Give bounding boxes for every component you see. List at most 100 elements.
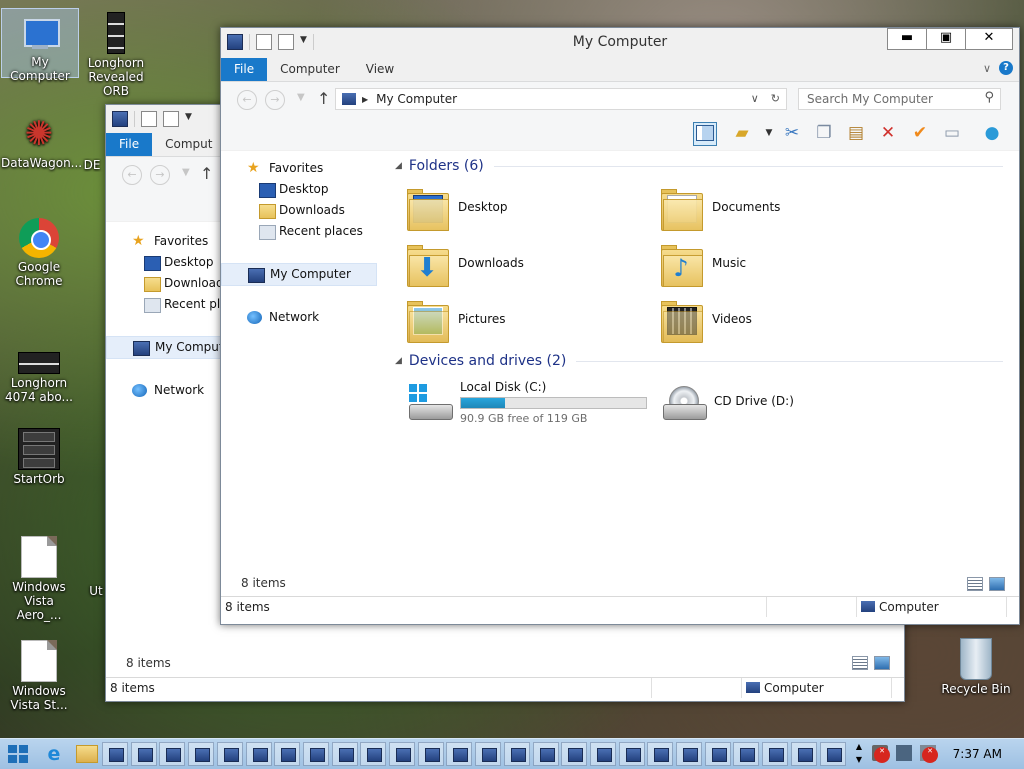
folder-tile-downloads[interactable]: ⬇ Downloads — [407, 241, 637, 293]
folder-tile-desktop[interactable]: Desktop — [407, 185, 637, 237]
drives-group-header[interactable]: ◢ Devices and drives (2) — [395, 353, 1003, 369]
taskbar-scroll-down-icon[interactable]: ▼ — [851, 753, 867, 766]
start-button-windows-icon[interactable] — [8, 745, 28, 763]
nav-my-computer[interactable]: My Computer — [221, 263, 377, 286]
taskbar-window-button[interactable] — [618, 742, 645, 766]
taskbar-window-button[interactable] — [245, 742, 272, 766]
taskbar-window-button[interactable] — [446, 742, 473, 766]
clock[interactable]: 7:37 AM — [953, 747, 1002, 761]
taskbar-window-button[interactable] — [561, 742, 588, 766]
desktop-icon-google-chrome[interactable]: Google Chrome — [1, 216, 77, 288]
taskbar-window-button[interactable] — [733, 742, 760, 766]
desktop-icon-de[interactable]: DE — [80, 158, 104, 172]
up-arrow-icon[interactable]: ↑ — [200, 164, 213, 183]
back-arrow-icon[interactable]: ← — [122, 165, 142, 185]
network-status-icon[interactable] — [896, 745, 912, 761]
back-arrow-icon[interactable]: ← — [237, 90, 257, 110]
drive-tile-cd-drive-d[interactable]: CD Drive (D:) — [661, 378, 911, 428]
taskbar-window-button[interactable] — [417, 742, 444, 766]
nav-desktop[interactable]: Desktop — [221, 179, 381, 200]
folders-group-header[interactable]: ◢ Folders (6) — [395, 158, 1003, 174]
desktop-icon-vista-st[interactable]: Windows Vista St... — [1, 636, 77, 712]
tab-view[interactable]: View — [353, 58, 407, 81]
taskbar-scroll[interactable]: ▲ ▼ — [851, 740, 867, 766]
desktop-icon-my-computer[interactable]: My Computer — [1, 8, 79, 83]
taskbar-window-button[interactable] — [762, 742, 789, 766]
internet-explorer-icon[interactable]: e — [44, 744, 64, 764]
breadcrumb-my-computer[interactable]: My Computer — [376, 92, 457, 106]
taskbar-window-button[interactable] — [274, 742, 301, 766]
rename-check-icon[interactable]: ✔ — [909, 122, 931, 144]
new-folder-toolbar-icon[interactable]: ▰ — [731, 122, 753, 144]
search-icon[interactable]: ⚲ — [984, 90, 994, 105]
folder-tile-videos[interactable]: Videos — [661, 297, 891, 349]
cut-icon[interactable]: ✂ — [781, 122, 803, 144]
recent-locations-chevron-icon[interactable]: ▼ — [182, 167, 190, 178]
close-button[interactable]: ✕ — [965, 28, 1013, 50]
recent-locations-chevron-icon[interactable]: ▼ — [297, 92, 305, 103]
chevron-down-icon[interactable]: ▼ — [185, 112, 192, 126]
taskbar-window-button[interactable] — [589, 742, 616, 766]
taskbar-window-button[interactable] — [159, 742, 186, 766]
nav-recent-places[interactable]: Recent places — [221, 221, 381, 242]
breadcrumb-arrow-icon[interactable]: ▶ — [362, 95, 368, 104]
collapse-triangle-icon[interactable]: ◢ — [395, 356, 402, 366]
tab-file[interactable]: File — [221, 58, 268, 81]
desktop-icon-recycle-bin[interactable]: Recycle Bin — [938, 636, 1014, 696]
desktop-icon-longhorn-4074[interactable]: Longhorn 4074 abo... — [1, 330, 77, 404]
taskbar-window-button[interactable] — [130, 742, 157, 766]
ribbon-expand-chevron-icon[interactable]: ∨ — [983, 62, 991, 75]
action-center-icon[interactable]: ✕ — [920, 745, 938, 763]
navigation-pane-icon[interactable] — [693, 122, 717, 146]
copy-icon[interactable]: ❐ — [813, 122, 835, 144]
explorer-window-my-computer[interactable]: ▼ My Computer ▬ ▣ ✕ File Computer View ∨… — [220, 27, 1020, 625]
taskbar-window-button[interactable] — [360, 742, 387, 766]
properties-icon[interactable] — [141, 111, 157, 127]
taskbar-window-button[interactable] — [302, 742, 329, 766]
refresh-icon[interactable]: ↻ — [771, 92, 780, 105]
properties-toolbar-icon[interactable]: ▭ — [941, 122, 963, 144]
taskbar-window-button[interactable] — [647, 742, 674, 766]
taskbar-window-button[interactable] — [475, 742, 502, 766]
up-arrow-icon[interactable]: ↑ — [317, 89, 330, 108]
folder-tile-music[interactable]: ♪ Music — [661, 241, 891, 293]
globe-icon[interactable]: ● — [981, 122, 1003, 144]
desktop-icon-startorb[interactable]: StartOrb — [1, 424, 77, 486]
taskbar-window-button[interactable] — [188, 742, 215, 766]
desktop-icon-vista-aero[interactable]: Windows Vista Aero_... — [1, 532, 77, 622]
address-dropdown-icon[interactable]: ∨ — [751, 92, 759, 105]
taskbar-window-button[interactable] — [102, 742, 128, 766]
drive-tile-local-disk-c[interactable]: Local Disk (C:) 90.9 GB free of 119 GB — [407, 378, 657, 428]
taskbar-window-button[interactable] — [704, 742, 731, 766]
details-view-icon[interactable] — [967, 577, 983, 591]
taskbar-window-button[interactable] — [216, 742, 243, 766]
desktop-icon-longhorn-orb[interactable]: Longhorn Revealed ORB — [78, 8, 154, 98]
forward-arrow-icon[interactable]: → — [265, 90, 285, 110]
delete-icon[interactable]: ✕ — [877, 122, 899, 144]
desktop-icon-datawagon[interactable]: ✺ DataWagon... — [1, 110, 82, 170]
large-icons-view-icon[interactable] — [874, 656, 890, 670]
large-icons-view-icon[interactable] — [989, 577, 1005, 591]
desktop-icon-ut[interactable]: Ut — [86, 584, 106, 598]
taskbar-window-button[interactable] — [819, 742, 846, 766]
tab-computer[interactable]: Computer — [267, 58, 353, 81]
help-icon[interactable]: ? — [999, 61, 1013, 75]
forward-arrow-icon[interactable]: → — [150, 165, 170, 185]
taskbar-scroll-up-icon[interactable]: ▲ — [851, 740, 867, 753]
collapse-triangle-icon[interactable]: ◢ — [395, 161, 402, 171]
folder-tile-documents[interactable]: Documents — [661, 185, 891, 237]
nav-downloads[interactable]: Downloads — [221, 200, 381, 221]
paste-icon[interactable]: ▤ — [845, 122, 867, 144]
folder-tile-pictures[interactable]: Pictures — [407, 297, 637, 349]
minimize-button[interactable]: ▬ — [887, 28, 927, 50]
details-view-icon[interactable] — [852, 656, 868, 670]
volume-muted-icon[interactable]: ✕ — [872, 745, 890, 763]
nav-favorites[interactable]: ★ Favorites — [221, 158, 381, 179]
new-folder-icon[interactable] — [163, 111, 179, 127]
search-input[interactable]: Search My Computer ⚲ — [798, 88, 1001, 110]
taskbar-window-button[interactable] — [676, 742, 702, 766]
tab-file[interactable]: File — [106, 133, 153, 156]
address-bar[interactable]: ▶ My Computer ∨ ↻ — [335, 88, 787, 110]
tab-computer[interactable]: Comput — [152, 133, 225, 156]
taskbar-window-button[interactable] — [331, 742, 358, 766]
